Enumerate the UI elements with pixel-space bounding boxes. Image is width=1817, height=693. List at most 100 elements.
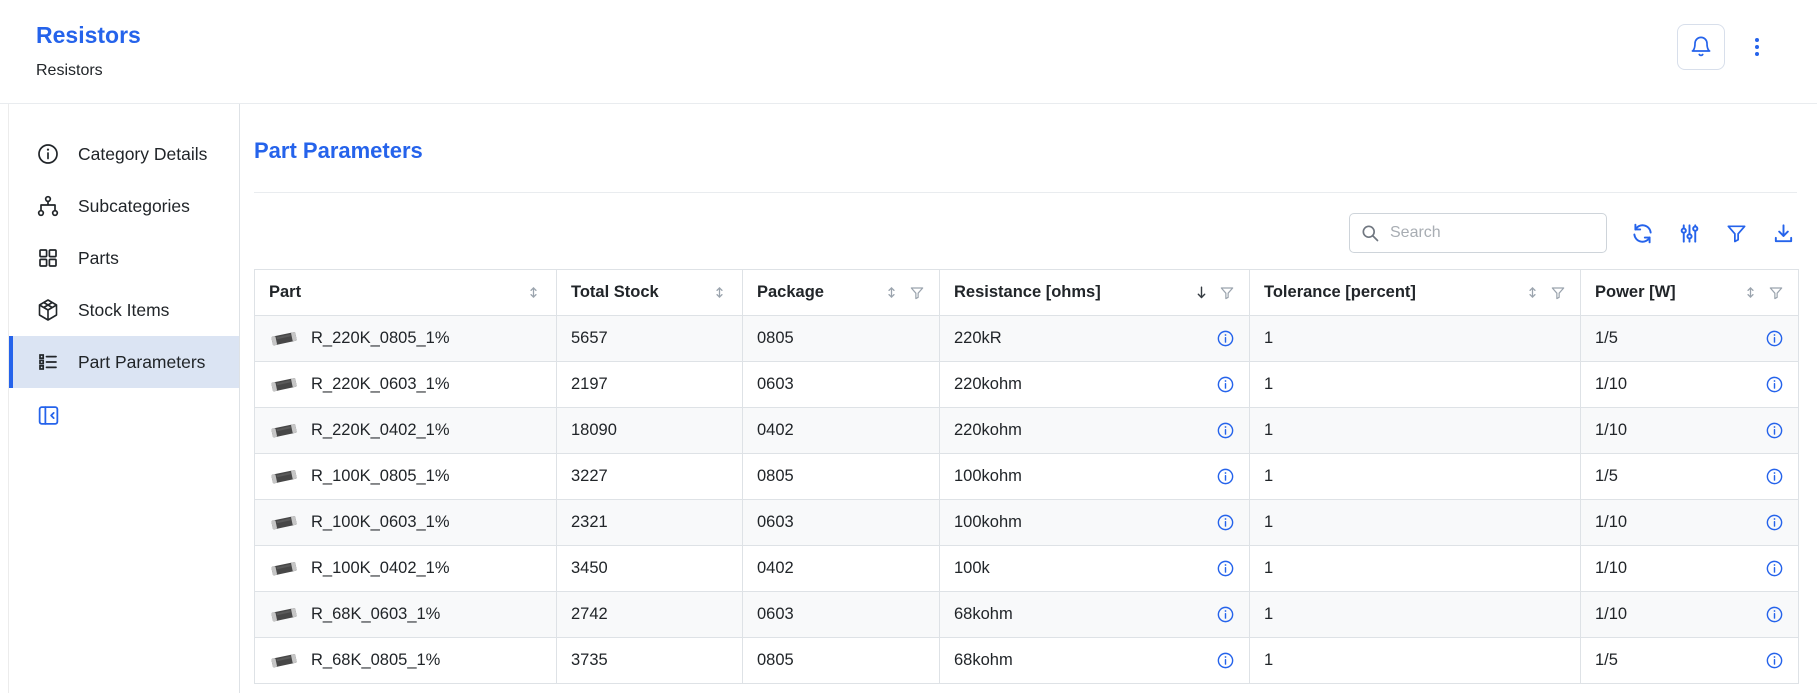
info-icon[interactable] (1216, 375, 1235, 394)
column-header-part[interactable]: Part (255, 270, 557, 316)
resistance-value: 68kohm (954, 605, 1013, 624)
search-input[interactable] (1388, 223, 1596, 243)
total_stock-value: 2321 (571, 513, 608, 532)
info-icon[interactable] (1216, 605, 1235, 624)
table-row[interactable]: R_100K_0402_1%34500402100k11/10 (255, 546, 1799, 592)
cell-package: 0402 (743, 546, 940, 592)
cell-package: 0603 (743, 592, 940, 638)
column-header-total_stock[interactable]: Total Stock (557, 270, 743, 316)
package-value: 0402 (757, 421, 794, 440)
sort-icon (711, 284, 728, 301)
cell-total_stock: 3735 (557, 638, 743, 684)
table-row[interactable]: R_220K_0402_1%180900402220kohm11/10 (255, 408, 1799, 454)
cell-power: 1/5 (1581, 454, 1799, 500)
cell-total_stock: 2742 (557, 592, 743, 638)
cell-part: R_68K_0603_1% (255, 592, 557, 638)
tolerance-value: 1 (1264, 605, 1273, 624)
filter-funnel-icon[interactable] (909, 285, 925, 301)
collapse-sidebar-button[interactable] (36, 403, 61, 428)
package-value: 0603 (757, 605, 794, 624)
info-icon[interactable] (1216, 421, 1235, 440)
info-icon[interactable] (1765, 605, 1784, 624)
info-icon[interactable] (1216, 651, 1235, 670)
filter-funnel-icon[interactable] (1768, 285, 1784, 301)
table-row[interactable]: R_220K_0805_1%56570805220kR11/5 (255, 316, 1799, 362)
info-icon[interactable] (1765, 513, 1784, 532)
grid-icon (36, 246, 60, 270)
filter-funnel-icon[interactable] (1219, 285, 1235, 301)
info-icon[interactable] (1765, 559, 1784, 578)
cell-package: 0603 (743, 362, 940, 408)
cell-package: 0805 (743, 638, 940, 684)
resistance-value: 100kohm (954, 513, 1022, 532)
sidebar-item-label: Parts (78, 248, 119, 269)
overflow-menu-button[interactable] (1743, 33, 1771, 61)
part-value: R_100K_0402_1% (311, 559, 450, 578)
app: Resistors Resistors (0, 0, 1817, 693)
breadcrumb[interactable]: Resistors (36, 62, 141, 80)
table-row[interactable]: R_68K_0805_1%3735080568kohm11/5 (255, 638, 1799, 684)
tolerance-value: 1 (1264, 467, 1273, 486)
cell-tolerance: 1 (1250, 362, 1581, 408)
cell-part: R_100K_0603_1% (255, 500, 557, 546)
info-icon[interactable] (1765, 421, 1784, 440)
tolerance-value: 1 (1264, 651, 1273, 670)
table-row[interactable]: R_68K_0603_1%2742060368kohm11/10 (255, 592, 1799, 638)
cell-power: 1/10 (1581, 362, 1799, 408)
column-header-package[interactable]: Package (743, 270, 940, 316)
divider (254, 192, 1797, 193)
sidebar-item-stock-items[interactable]: Stock Items (9, 284, 239, 336)
refresh-button[interactable] (1631, 222, 1654, 245)
info-icon[interactable] (1216, 329, 1235, 348)
info-icon[interactable] (1765, 467, 1784, 486)
table-row[interactable]: R_100K_0805_1%32270805100kohm11/5 (255, 454, 1799, 500)
package-icon (36, 298, 60, 322)
cell-tolerance: 1 (1250, 408, 1581, 454)
cell-resistance: 220kohm (940, 408, 1250, 454)
table-row[interactable]: R_100K_0603_1%23210603100kohm11/10 (255, 500, 1799, 546)
hierarchy-icon (36, 194, 60, 218)
sliders-button[interactable] (1678, 222, 1701, 245)
resistance-value: 100kohm (954, 467, 1022, 486)
sidebar-item-parts[interactable]: Parts (9, 232, 239, 284)
header-left: Resistors Resistors (36, 14, 141, 80)
download-button[interactable] (1772, 222, 1795, 245)
bell-icon (1689, 35, 1713, 59)
part-value: R_100K_0603_1% (311, 513, 450, 532)
funnel-button[interactable] (1725, 222, 1748, 245)
cell-tolerance: 1 (1250, 546, 1581, 592)
info-icon[interactable] (1765, 375, 1784, 394)
part-value: R_220K_0603_1% (311, 375, 450, 394)
info-icon[interactable] (1765, 329, 1784, 348)
column-header-power[interactable]: Power [W] (1581, 270, 1799, 316)
power-value: 1/10 (1595, 559, 1627, 578)
power-value: 1/5 (1595, 329, 1618, 348)
sidebar-item-subcategories[interactable]: Subcategories (9, 180, 239, 232)
notifications-button[interactable] (1677, 24, 1725, 70)
info-icon[interactable] (1216, 467, 1235, 486)
resistance-value: 220kohm (954, 375, 1022, 394)
package-value: 0805 (757, 329, 794, 348)
info-icon[interactable] (1216, 559, 1235, 578)
resistance-value: 220kohm (954, 421, 1022, 440)
column-header-resistance[interactable]: Resistance [ohms] (940, 270, 1250, 316)
cell-total_stock: 3227 (557, 454, 743, 500)
part-parameters-table: PartTotal StockPackageResistance [ohms] T… (254, 269, 1799, 684)
info-icon (36, 142, 60, 166)
package-value: 0805 (757, 467, 794, 486)
resistor-chip-icon (269, 467, 299, 486)
part-value: R_68K_0805_1% (311, 651, 440, 670)
table-row[interactable]: R_220K_0603_1%21970603220kohm11/10 (255, 362, 1799, 408)
info-icon[interactable] (1216, 513, 1235, 532)
sidebar-item-part-parameters[interactable]: Part Parameters (9, 336, 239, 388)
column-header-tolerance[interactable]: Tolerance [percent] (1250, 270, 1581, 316)
filter-funnel-icon[interactable] (1550, 285, 1566, 301)
cell-resistance: 220kR (940, 316, 1250, 362)
info-icon[interactable] (1765, 651, 1784, 670)
sidebar-item-category-details[interactable]: Category Details (9, 128, 239, 180)
sort-desc-icon (1193, 284, 1210, 301)
sort-icon (525, 284, 542, 301)
tolerance-value: 1 (1264, 421, 1273, 440)
column-label: Tolerance [percent] (1264, 283, 1416, 302)
cell-resistance: 100kohm (940, 454, 1250, 500)
